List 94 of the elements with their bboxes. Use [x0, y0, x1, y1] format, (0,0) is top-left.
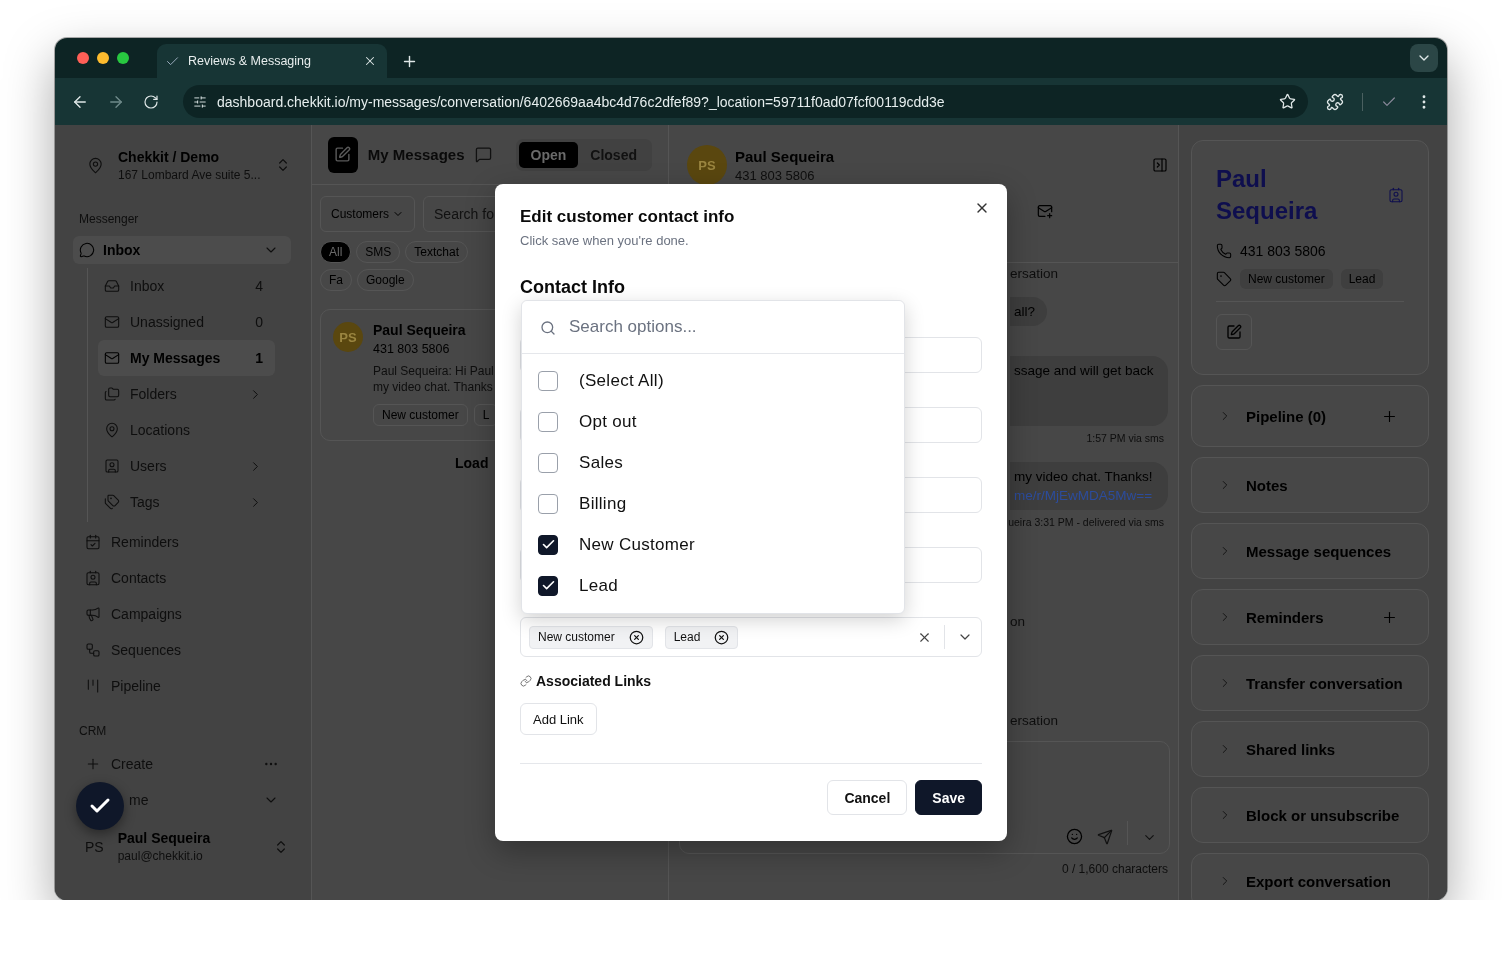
- new-tab-icon[interactable]: [401, 53, 418, 70]
- accordion-section[interactable]: Export conversation: [1191, 853, 1429, 900]
- accordion-section[interactable]: Pipeline (0): [1191, 385, 1429, 447]
- message-bubble: all?: [1010, 297, 1047, 326]
- avatar: PS: [333, 322, 363, 352]
- option-item[interactable]: Billing: [522, 483, 904, 524]
- user-name: Paul Sequeira: [117, 830, 212, 846]
- workspace-name: Chekkit / Demo: [118, 148, 221, 165]
- avatar: PS: [687, 145, 727, 185]
- tab-menu-icon[interactable]: [1410, 44, 1438, 72]
- tag-chip: Lead: [1340, 269, 1384, 289]
- minimize-light[interactable]: [97, 52, 109, 64]
- contact-name: Paul Sequeira: [735, 147, 836, 165]
- accordion-section[interactable]: Reminders: [1191, 589, 1429, 645]
- accordion-section[interactable]: Notes: [1191, 457, 1429, 513]
- close-icon[interactable]: [363, 54, 377, 68]
- option-item[interactable]: (Select All): [522, 360, 904, 401]
- mail-icon: [104, 314, 120, 330]
- checkbox[interactable]: [538, 493, 558, 514]
- option-item[interactable]: New Customer: [522, 524, 904, 565]
- checkbox[interactable]: [538, 452, 558, 473]
- save-button[interactable]: Save: [915, 780, 982, 815]
- pin-icon: [104, 422, 120, 438]
- inbox-icon: [104, 278, 120, 294]
- contact-name: Paul Sequeira: [1216, 164, 1319, 226]
- tag-chip: New customer: [1240, 269, 1333, 289]
- links-label: Associated Links: [536, 673, 652, 689]
- compose-button[interactable]: [328, 136, 358, 173]
- browser-tab[interactable]: Reviews & Messaging: [157, 44, 387, 78]
- contact-icon: [85, 570, 101, 586]
- checkbox[interactable]: [538, 534, 558, 555]
- option-item[interactable]: Opt out: [522, 401, 904, 442]
- contact-phone: 431 803 5806: [373, 342, 451, 356]
- tags-icon: [104, 494, 120, 510]
- message-link[interactable]: me/r/MjEwMDA5Mw==: [1014, 488, 1156, 503]
- accordion-section[interactable]: Message sequences: [1191, 523, 1429, 579]
- checkbox[interactable]: [538, 411, 558, 432]
- phone-icon: [1216, 243, 1232, 259]
- accordion-section[interactable]: Block or unsubscribe: [1191, 787, 1429, 843]
- cancel-button[interactable]: Cancel: [827, 780, 908, 815]
- message-bubble: ssage and will get back: [1010, 356, 1168, 426]
- contact-icon: [1388, 187, 1404, 203]
- section-title: Contact Info: [520, 277, 626, 298]
- checkbox[interactable]: [538, 575, 558, 596]
- close-light[interactable]: [77, 52, 89, 64]
- contact-phone: 431 803 5806: [735, 167, 816, 183]
- chat-icon: [79, 242, 95, 258]
- tag-select[interactable]: New customer Lead: [520, 617, 982, 657]
- chat-text: ersation: [1010, 266, 1059, 281]
- option-item[interactable]: Sales: [522, 442, 904, 483]
- star-icon[interactable]: [1279, 93, 1296, 110]
- workflow-icon: [85, 642, 101, 658]
- megaphone-icon: [85, 606, 101, 622]
- load-more-button[interactable]: Load: [455, 455, 489, 471]
- contact-phone: 431 803 5806: [1240, 243, 1326, 259]
- add-link-button[interactable]: Add Link: [520, 703, 597, 735]
- option-item[interactable]: Lead: [522, 565, 904, 606]
- compose-icon: [334, 146, 352, 163]
- site-info-icon: [193, 94, 207, 109]
- tag-chip: Lead: [664, 625, 739, 649]
- pin-icon: [87, 156, 104, 174]
- dialog-subtitle: Click save when you're done.: [520, 233, 690, 248]
- calendar-icon: [85, 534, 101, 550]
- edit-button[interactable]: [1216, 314, 1252, 350]
- extensions-icon[interactable]: [1326, 92, 1344, 111]
- chat-text: ersation: [1010, 713, 1059, 728]
- message-bubble: my video chat. Thanks! me/r/MjEwMDA5Mw==: [1010, 462, 1168, 510]
- folders-icon: [104, 386, 120, 402]
- user-icon: [104, 458, 120, 474]
- accordion-section[interactable]: Shared links: [1191, 721, 1429, 777]
- columns-icon: [85, 678, 101, 694]
- remove-icon[interactable]: [628, 629, 644, 645]
- address-bar[interactable]: dashboard.chekkit.io/my-messages/conversation/6402669aa4bc4d76c2dfef89?_location=59711f0ad07fcf00119cdd3e: [183, 85, 1308, 118]
- checkbox[interactable]: [538, 370, 558, 391]
- customers-dropdown[interactable]: Customers: [320, 196, 415, 232]
- contact-name: Paul Sequeira: [373, 322, 467, 338]
- message-preview: Paul Sequeira: Hi Paul: [373, 364, 495, 378]
- plus-icon: [85, 756, 101, 772]
- accordion-section[interactable]: Transfer conversation: [1191, 655, 1429, 711]
- link-icon: [520, 675, 532, 687]
- zoom-light[interactable]: [117, 52, 129, 64]
- nav-item[interactable]: My Messages 1: [98, 340, 275, 376]
- remove-icon[interactable]: [714, 629, 730, 645]
- tag-chip: New customer: [529, 625, 653, 649]
- tag-icon: [1216, 271, 1232, 287]
- tag-chip: New customer: [373, 404, 468, 426]
- panel-title: My Messages: [367, 146, 465, 163]
- edit-icon: [1226, 324, 1242, 340]
- reload-icon[interactable]: [143, 93, 159, 110]
- mail-icon: [104, 350, 120, 366]
- status-tab[interactable]: Open: [518, 141, 579, 168]
- inbox-group[interactable]: Inbox: [73, 236, 291, 264]
- channel-chip[interactable]: All: [320, 241, 352, 263]
- message-preview: my video chat. Thanks: [373, 380, 494, 394]
